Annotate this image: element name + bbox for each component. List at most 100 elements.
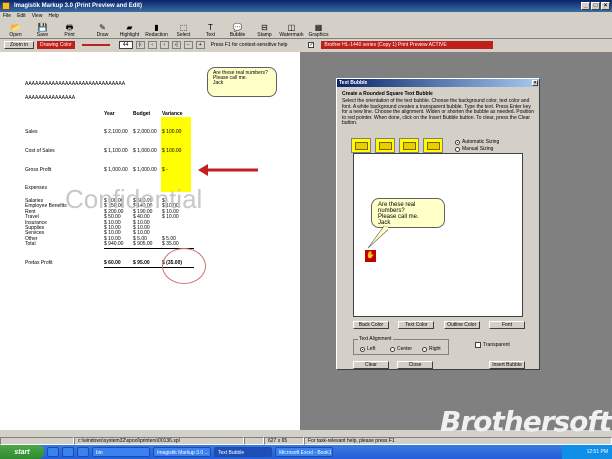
font-button[interactable]: Font	[488, 321, 525, 329]
last-page-icon[interactable]: ›|	[171, 41, 181, 49]
drawing-color-button[interactable]: Drawing Color	[37, 41, 75, 49]
bubble-shape-4-icon[interactable]	[423, 138, 443, 153]
align-right-radio[interactable]	[422, 346, 427, 352]
bubble-tool-button[interactable]: 💬 Bubble	[224, 21, 251, 39]
select-tool-button[interactable]: ⬚ Select	[170, 21, 197, 39]
preview-bubble[interactable]: Are these real numbers? Please call me. …	[371, 198, 445, 228]
dialog-titlebar: Text Bubble ×	[337, 79, 539, 87]
graphics-tool-button[interactable]: ▦ Graphics	[305, 21, 332, 39]
quick-launch-icon[interactable]	[77, 447, 89, 457]
menu-edit[interactable]: Edit	[17, 12, 26, 21]
dialog-close-icon[interactable]: ×	[532, 80, 538, 86]
red-arrow-icon[interactable]	[198, 164, 258, 176]
save-icon: 💾	[37, 23, 48, 32]
zoom-in-button[interactable]: Zoom in	[4, 41, 34, 49]
maximize-button[interactable]: □	[591, 2, 600, 10]
status-coords: 627 x 65	[264, 437, 304, 445]
align-right-option[interactable]: Right	[422, 346, 441, 352]
col-variance: Variance	[162, 111, 183, 117]
save-tool-button[interactable]: 💾 Save	[29, 21, 56, 39]
bubble-shape-3-icon[interactable]	[399, 138, 419, 153]
row-year: $ 1,000.00	[104, 167, 128, 173]
redaction-tool-button[interactable]: ▮ Redaction	[143, 21, 170, 39]
auto-sizing-radio[interactable]	[455, 139, 460, 145]
menu-bar: File Edit View Help	[0, 12, 612, 21]
bubble-icon: 💬	[232, 23, 243, 32]
taskbar: start bin Imagistik Markup 3.0 ... Text …	[0, 445, 612, 459]
row-budget: $ 1,000.00	[133, 148, 157, 154]
zoom-out-icon[interactable]: −	[183, 41, 193, 49]
preview-line: Are these real numbers?	[378, 202, 416, 214]
print-icon: 🖶	[65, 23, 74, 32]
menu-view[interactable]: View	[32, 12, 43, 21]
transparent-checkbox[interactable]	[475, 342, 481, 348]
open-tool-button[interactable]: 📂 Open	[2, 21, 29, 39]
graphics-icon: ▦	[314, 23, 323, 32]
red-pointer-hand-icon[interactable]: ✋	[365, 250, 376, 262]
bubble-shape-1-icon[interactable]	[351, 138, 371, 153]
align-center-option[interactable]: Center	[390, 346, 412, 352]
outline-color-button[interactable]: Outline Color	[443, 321, 480, 329]
minimize-button[interactable]: _	[581, 2, 590, 10]
secondary-toolbar: Zoom in Drawing Color 44 |‹ ‹ › ›| − + P…	[0, 40, 612, 50]
tool-label: Highlight	[119, 32, 140, 38]
tool-label: Stamp	[257, 32, 272, 38]
start-button[interactable]: start	[0, 445, 44, 459]
folder-icon: 📂	[10, 23, 21, 32]
watermark-tool-button[interactable]: ◫ Watermark	[278, 21, 305, 39]
status-bar: c:\windows\system32\spool\printers\00136…	[0, 437, 612, 445]
annotation-bubble[interactable]: Are these real numbers? Please call me. …	[207, 67, 277, 97]
align-center-label: Center	[397, 346, 413, 352]
align-center-radio[interactable]	[390, 346, 395, 352]
highlighter-icon: ▰	[126, 23, 133, 32]
task-bin[interactable]: bin	[92, 447, 150, 457]
tool-label: Watermark	[279, 32, 304, 38]
text-color-button[interactable]: Text Color	[398, 321, 435, 329]
manual-sizing-radio[interactable]	[455, 146, 460, 152]
transparent-option[interactable]: Transparent	[475, 342, 510, 348]
task-imagistik[interactable]: Imagistik Markup 3.0 ...	[153, 447, 211, 457]
quick-launch-icon[interactable]	[62, 447, 74, 457]
text-tool-button[interactable]: T Text	[197, 21, 224, 39]
confidential-watermark[interactable]: Confidential	[65, 184, 202, 215]
first-page-icon[interactable]: |‹	[135, 41, 145, 49]
close-button[interactable]: ×	[601, 2, 610, 10]
stamp-tool-button[interactable]: ⊟ Stamp	[251, 21, 278, 39]
back-color-button[interactable]: Back Color	[353, 321, 389, 329]
draw-tool-button[interactable]: ✎ Draw	[89, 21, 116, 39]
row-budget: $ 2,000.00	[133, 129, 157, 135]
clear-button[interactable]: Clear	[353, 361, 389, 369]
page-number-field[interactable]: 44	[118, 41, 133, 49]
row-budget: $ 1,000.00	[133, 167, 157, 173]
task-text-bubble[interactable]: Text Bubble	[214, 447, 272, 457]
dialog-close-button[interactable]: Close	[397, 361, 433, 369]
dialog-description: Select the orientation of the text bubbl…	[342, 98, 535, 127]
status-path: c:\windows\system32\spool\printers\00136…	[74, 437, 244, 445]
align-left-label: Left	[367, 346, 376, 352]
active-checkbox[interactable]: ✓	[308, 42, 315, 48]
bubble-shape-2-icon[interactable]	[375, 138, 395, 153]
print-tool-button[interactable]: 🖶 Print	[56, 21, 83, 39]
color-swatch	[81, 44, 110, 46]
menu-help[interactable]: Help	[48, 12, 58, 21]
highlight-tool-button[interactable]: ▰ Highlight	[116, 21, 143, 39]
align-right-label: Right	[429, 346, 441, 352]
align-left-option[interactable]: Left	[360, 346, 375, 352]
next-page-icon[interactable]: ›	[159, 41, 169, 49]
quick-launch-icon[interactable]	[47, 447, 59, 457]
align-left-radio[interactable]	[360, 346, 365, 352]
prev-page-icon[interactable]: ‹	[147, 41, 157, 49]
zoom-plus-icon[interactable]: +	[195, 41, 205, 49]
menu-file[interactable]: File	[3, 12, 11, 21]
manual-sizing-option[interactable]: Manual Sizing	[455, 146, 493, 152]
red-circle-mark[interactable]	[162, 248, 206, 284]
main-toolbar: 📂 Open 💾 Save 🖶 Print ✎ Draw ▰ Highlight ▮ Redactio…	[0, 21, 612, 39]
auto-sizing-option[interactable]: Automatic Sizing	[455, 139, 499, 145]
bubble-preview-area[interactable]: Are these real numbers? Please call me. …	[353, 153, 523, 317]
help-hint: Press F1 for context-sensitive help	[210, 42, 288, 48]
pencil-icon: ✎	[99, 23, 106, 32]
pretax-budget: $ 95.00	[133, 260, 150, 266]
task-excel[interactable]: Microsoft Excel - Book1	[275, 447, 333, 457]
insert-bubble-button[interactable]: Insert Bubble	[489, 361, 525, 369]
